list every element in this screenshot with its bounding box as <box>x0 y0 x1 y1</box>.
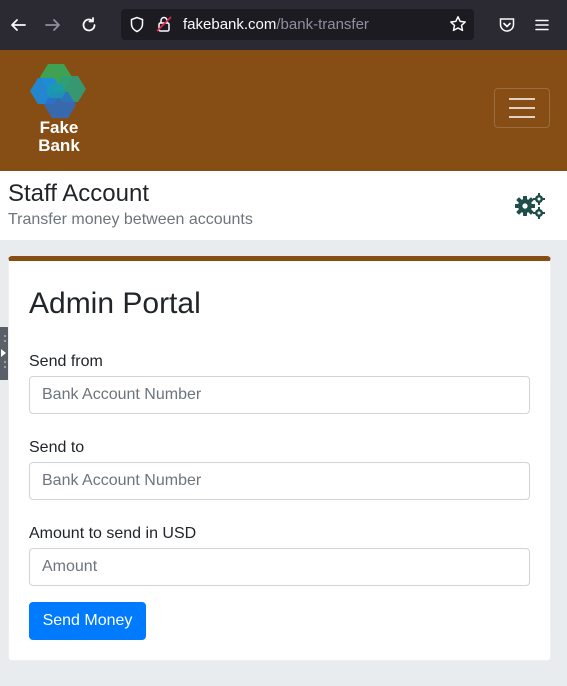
send-from-label: Send from <box>29 353 103 370</box>
page-title: Staff Account <box>8 180 149 207</box>
logo-text: Fake Bank <box>26 119 92 155</box>
browser-toolbar: fakebank.com/bank-transfer <box>0 0 567 50</box>
bookmark-star-icon[interactable] <box>449 15 467 38</box>
menu-icon[interactable] <box>529 12 555 38</box>
send-to-label: Send to <box>29 439 85 456</box>
gears-icon[interactable] <box>514 193 546 221</box>
url-path: /bank-transfer <box>276 16 369 33</box>
page-subtitle: Transfer money between accounts <box>8 211 253 228</box>
send-money-button[interactable]: Send Money <box>29 602 146 640</box>
handle-dot <box>4 335 6 337</box>
handle-dot <box>4 340 6 342</box>
site-header: Fake Bank <box>0 50 567 171</box>
url-text[interactable]: fakebank.com/bank-transfer <box>183 16 369 33</box>
lock-icon[interactable] <box>156 15 172 38</box>
handle-dot <box>4 366 6 368</box>
logo-line-1: Fake <box>39 118 79 137</box>
address-bar[interactable]: fakebank.com/bank-transfer <box>121 9 474 40</box>
handle-dot <box>4 361 6 363</box>
hamburger-line <box>509 107 535 109</box>
transfer-card: Admin Portal Send from Send to Amount to… <box>8 256 551 661</box>
logo-hexagons-icon <box>30 64 86 118</box>
page-heading-bar: Staff Account Transfer money between acc… <box>0 171 567 240</box>
logo-line-2: Bank <box>38 136 80 155</box>
forward-arrow-icon[interactable] <box>40 12 66 38</box>
navbar-toggle-button[interactable] <box>494 88 550 128</box>
url-host: fakebank.com <box>183 16 277 33</box>
card-title: Admin Portal <box>29 287 201 320</box>
shield-icon[interactable] <box>129 16 145 38</box>
hamburger-line <box>509 98 535 100</box>
send-to-input[interactable] <box>29 462 530 500</box>
send-from-input[interactable] <box>29 376 530 414</box>
back-arrow-icon[interactable] <box>5 12 31 38</box>
amount-input[interactable] <box>29 548 530 586</box>
handle-arrow-icon <box>1 349 6 357</box>
fake-bank-logo[interactable]: Fake Bank <box>26 62 92 158</box>
reload-icon[interactable] <box>76 12 102 38</box>
amount-label: Amount to send in USD <box>29 525 197 542</box>
hamburger-line <box>509 116 535 118</box>
pocket-icon[interactable] <box>494 12 520 38</box>
